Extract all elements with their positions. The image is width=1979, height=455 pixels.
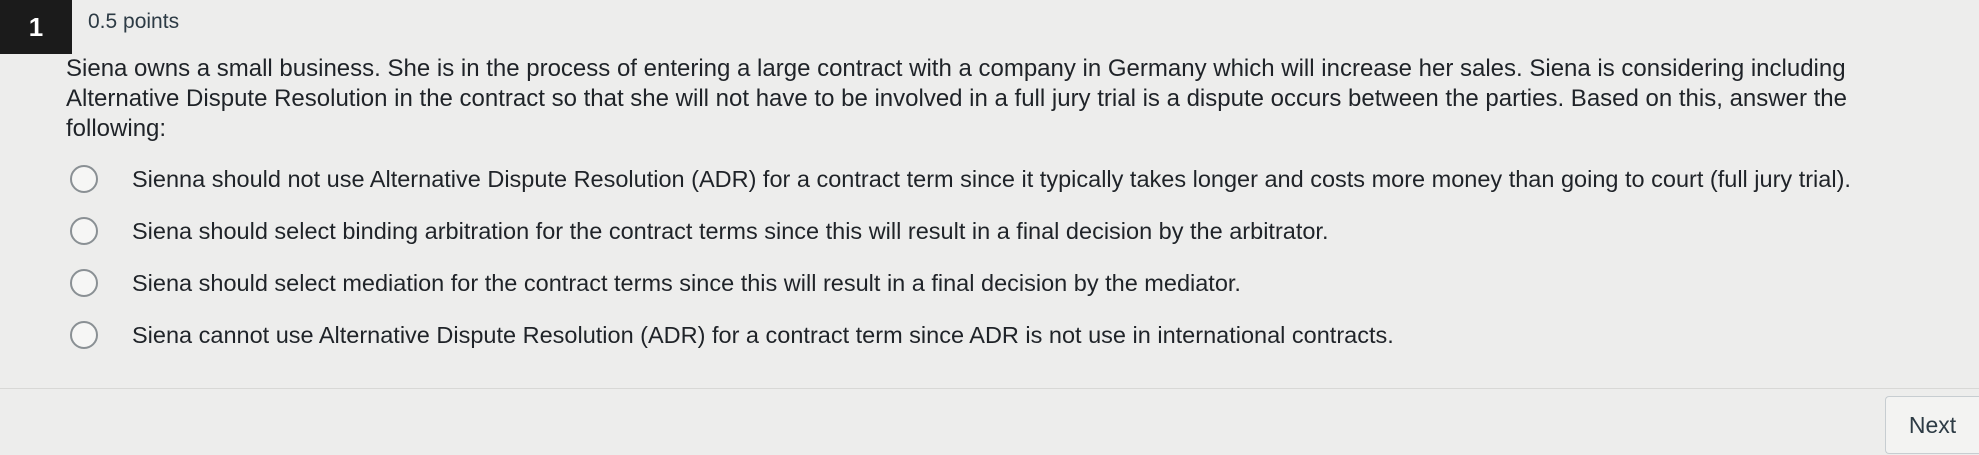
footer-divider xyxy=(0,388,1979,389)
answer-option-label: Sienna should not use Alternative Disput… xyxy=(132,165,1851,192)
answer-option-label: Siena should select binding arbitration … xyxy=(132,217,1329,244)
answer-option-1[interactable]: Sienna should not use Alternative Disput… xyxy=(66,153,1966,205)
answer-option-3[interactable]: Siena should select mediation for the co… xyxy=(66,257,1966,309)
answer-option-label: Siena should select mediation for the co… xyxy=(132,269,1241,296)
answer-option-label: Siena cannot use Alternative Dispute Res… xyxy=(132,321,1394,348)
quiz-question-page: 1 0.5 points Siena owns a small business… xyxy=(0,0,1979,455)
question-text: Siena owns a small business. She is in t… xyxy=(66,55,1847,142)
radio-button-3[interactable] xyxy=(70,269,98,297)
question-number-badge: 1 xyxy=(0,0,72,54)
radio-button-1[interactable] xyxy=(70,165,98,193)
radio-button-4[interactable] xyxy=(70,321,98,349)
answer-option-4[interactable]: Siena cannot use Alternative Dispute Res… xyxy=(66,309,1966,361)
answer-option-2[interactable]: Siena should select binding arbitration … xyxy=(66,205,1966,257)
radio-button-2[interactable] xyxy=(70,217,98,245)
next-button[interactable]: Next xyxy=(1885,396,1979,454)
question-points: 0.5 points xyxy=(88,10,180,33)
answer-options: Sienna should not use Alternative Disput… xyxy=(66,153,1966,361)
